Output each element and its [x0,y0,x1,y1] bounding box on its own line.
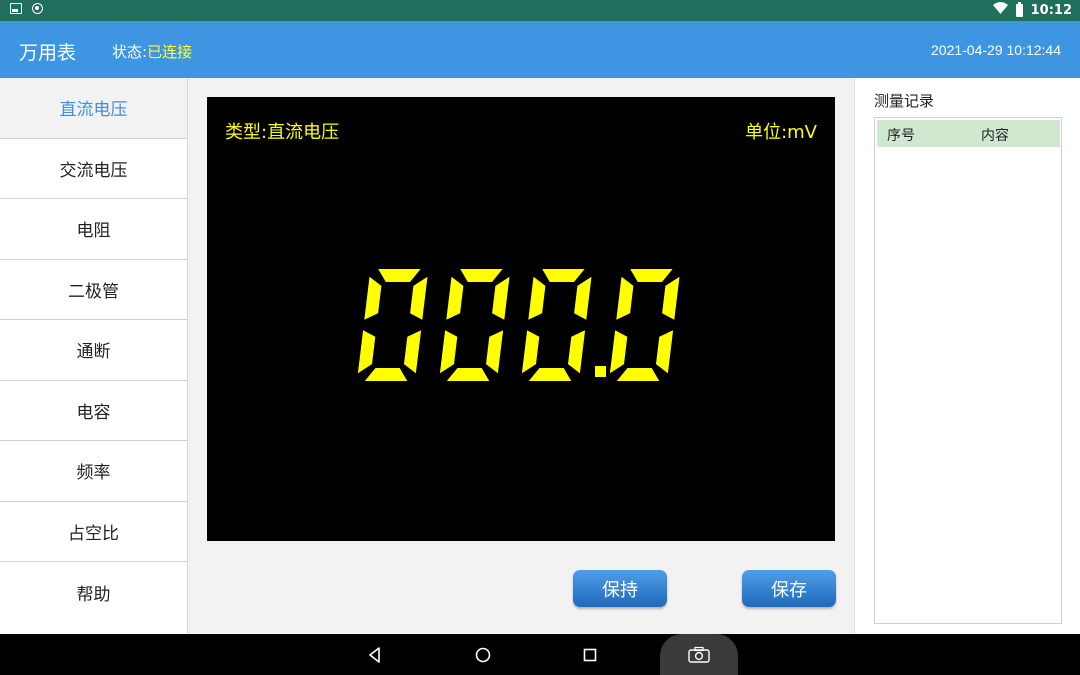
column-header-content: 内容 [981,128,1009,144]
sidebar-item-diode[interactable]: 二极管 [0,260,187,320]
status-label: 状态: [112,43,148,61]
hold-button[interactable]: 保持 [573,570,667,607]
app-header: 万用表 状态:已连接 2021-04-29 10:12:44 [0,21,1080,78]
home-icon[interactable] [470,642,496,668]
back-icon[interactable] [362,642,388,668]
measurement-unit: 单位:mV [745,122,817,143]
records-panel: 测量记录 序号 内容 [854,78,1080,634]
system-nav-bar [0,634,1080,675]
meter-display: 类型:直流电压 单位:mV [207,97,835,541]
sidebar-item-help[interactable]: 帮助 [0,562,187,623]
clock: 10:12 [1030,2,1072,18]
sidebar-item-resistance[interactable]: 电阻 [0,199,187,260]
image-icon [10,3,22,14]
battery-icon [1015,1,1023,17]
save-button[interactable]: 保存 [742,570,836,607]
shield-icon [32,3,43,14]
system-status-bar: 10:12 [0,0,1080,21]
records-table[interactable]: 序号 内容 [874,117,1062,624]
main-panel: 类型:直流电压 单位:mV 保持 保存 [188,78,854,634]
connection-status: 状态:已连接 [112,41,192,62]
status-value: 已连接 [147,43,193,61]
mode-sidebar: 直流电压 交流电压 电阻 二极管 通断 电容 频率 占空比 帮助 [0,78,188,634]
reading-digit [609,269,680,381]
sidebar-item-continuity[interactable]: 通断 [0,320,187,381]
reading-digit [439,269,510,381]
sidebar-item-ac-voltage[interactable]: 交流电压 [0,139,187,199]
sidebar-item-frequency[interactable]: 频率 [0,441,187,502]
column-header-index: 序号 [887,128,915,144]
camera-icon[interactable] [660,634,738,675]
wifi-icon [992,2,1008,18]
sidebar-item-capacitance[interactable]: 电容 [0,381,187,441]
sidebar-item-duty-cycle[interactable]: 占空比 [0,502,187,562]
measurement-type: 类型:直流电压 [225,122,340,143]
seven-segment-reading [357,269,680,381]
decimal-point [595,366,606,377]
recents-icon[interactable] [577,642,603,668]
app-title: 万用表 [19,42,77,64]
records-title: 测量记录 [874,92,935,110]
datetime: 2021-04-29 10:12:44 [931,42,1061,58]
reading-digit [357,269,428,381]
sidebar-item-dc-voltage[interactable]: 直流电压 [0,78,187,139]
reading-digit [521,269,592,381]
records-table-header: 序号 内容 [877,120,1060,147]
